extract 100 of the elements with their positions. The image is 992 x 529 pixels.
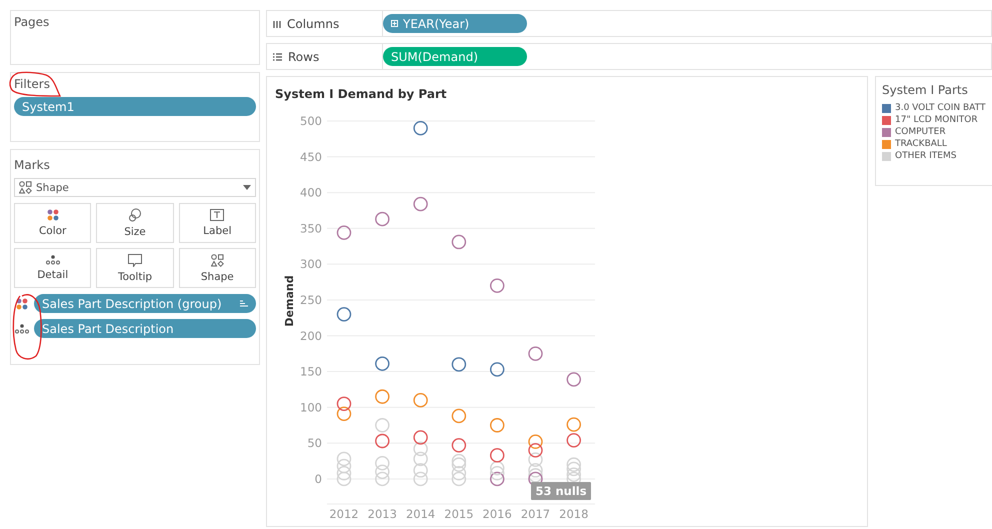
y-tick-label: 100 (300, 400, 322, 414)
data-point (452, 466, 466, 480)
marks-card-button[interactable]: Color (14, 203, 92, 243)
columns-icon (273, 20, 281, 28)
data-point (490, 466, 504, 480)
data-point (336, 396, 352, 411)
data-point (528, 468, 543, 483)
y-tick-label: 300 (300, 257, 322, 272)
data-point (528, 443, 543, 458)
y-tick-label: 400 (300, 186, 322, 200)
detail-dots-icon (46, 255, 60, 265)
color-dots-icon (46, 209, 59, 221)
data-point (336, 307, 352, 322)
data-point (490, 472, 504, 486)
y-tick-label: 0 (314, 472, 322, 486)
x-tick-label: 2018 (559, 507, 588, 521)
x-tick-label: 2017 (520, 507, 550, 521)
data-point (413, 463, 428, 478)
caret-icon (243, 185, 251, 190)
data-point (566, 457, 581, 472)
data-point (452, 234, 466, 250)
x-tick-label: 2015 (444, 507, 474, 521)
y-tick-label: 350 (300, 221, 322, 236)
panel-title: Marks (14, 158, 51, 172)
data-point (413, 452, 428, 466)
rows-icon (273, 52, 282, 60)
data-point (336, 466, 352, 480)
data-point (490, 362, 504, 377)
data-point (413, 120, 428, 136)
data-point (336, 458, 352, 474)
marks-card-button[interactable]: Detail (14, 248, 92, 288)
data-point (336, 406, 352, 421)
data-point (336, 452, 352, 466)
detail-dots-icon (15, 324, 29, 334)
color-dots-icon (16, 298, 28, 310)
data-point (375, 212, 390, 226)
y-tick-label: 150 (300, 364, 322, 379)
x-tick-label: 2012 (329, 507, 359, 521)
legend-label: TRACKBALL (895, 139, 947, 149)
data-point (452, 457, 466, 472)
data-point (336, 472, 352, 486)
legend-label: COMPUTER (895, 127, 946, 137)
data-point (490, 461, 504, 476)
data-point (336, 225, 352, 240)
marks-card-button[interactable]: Size (96, 203, 174, 243)
data-point (490, 418, 504, 432)
data-point (375, 389, 390, 404)
data-point (375, 472, 390, 486)
text-label-icon (210, 209, 224, 221)
legend-title: System I Parts (882, 83, 969, 97)
data-point (375, 434, 390, 448)
y-tick-label: 250 (300, 292, 322, 307)
legend-label: 3.0 VOLT COIN BATT (895, 103, 986, 113)
mark-type-dropdown[interactable]: Shape (14, 178, 256, 197)
data-point (413, 196, 428, 212)
data-point (566, 372, 581, 387)
sort-icon (240, 300, 248, 307)
shapes-icon (19, 181, 32, 194)
shelf-label: Rows (288, 50, 320, 64)
x-tick-label: 2016 (482, 507, 512, 521)
y-axis-title: Demand (283, 275, 296, 327)
x-tick-label: 2013 (368, 507, 397, 521)
y-tick-label: 450 (300, 150, 322, 164)
marks-card-button[interactable]: Label (178, 203, 256, 243)
panel-title: Pages (14, 15, 50, 29)
data-point (566, 417, 581, 432)
speech-bubble-icon (128, 254, 142, 266)
data-point (375, 464, 390, 479)
data-point (452, 472, 466, 486)
marks-card-button[interactable]: Tooltip (96, 248, 174, 288)
x-tick-label: 2014 (406, 507, 436, 521)
data-point (566, 433, 581, 448)
data-point (566, 462, 581, 476)
data-point (452, 454, 466, 468)
data-point (528, 463, 543, 478)
data-point (490, 448, 504, 463)
y-tick-label: 200 (300, 328, 322, 343)
size-circles-icon (128, 208, 142, 222)
data-point (452, 408, 466, 424)
legend-label: OTHER ITEMS (895, 151, 956, 161)
data-point (413, 472, 428, 486)
data-point (375, 456, 390, 470)
shapes-icon (210, 254, 224, 266)
data-point (375, 418, 390, 432)
expand-icon (391, 20, 398, 27)
data-point (413, 393, 428, 408)
chart-title: System I Demand by Part (274, 87, 448, 101)
data-point (375, 356, 390, 371)
data-point (528, 346, 543, 361)
y-tick-label: 50 (307, 436, 322, 450)
legend-label: 17" LCD MONITOR (895, 115, 978, 125)
data-point (528, 434, 543, 449)
marks-card-button[interactable]: Shape (178, 248, 256, 288)
data-point (413, 442, 428, 456)
data-point (452, 357, 466, 372)
data-point (528, 452, 543, 467)
data-point (452, 438, 466, 452)
data-point (490, 278, 504, 293)
shelf-label: Columns (287, 16, 340, 30)
y-tick-label: 500 (300, 114, 322, 128)
